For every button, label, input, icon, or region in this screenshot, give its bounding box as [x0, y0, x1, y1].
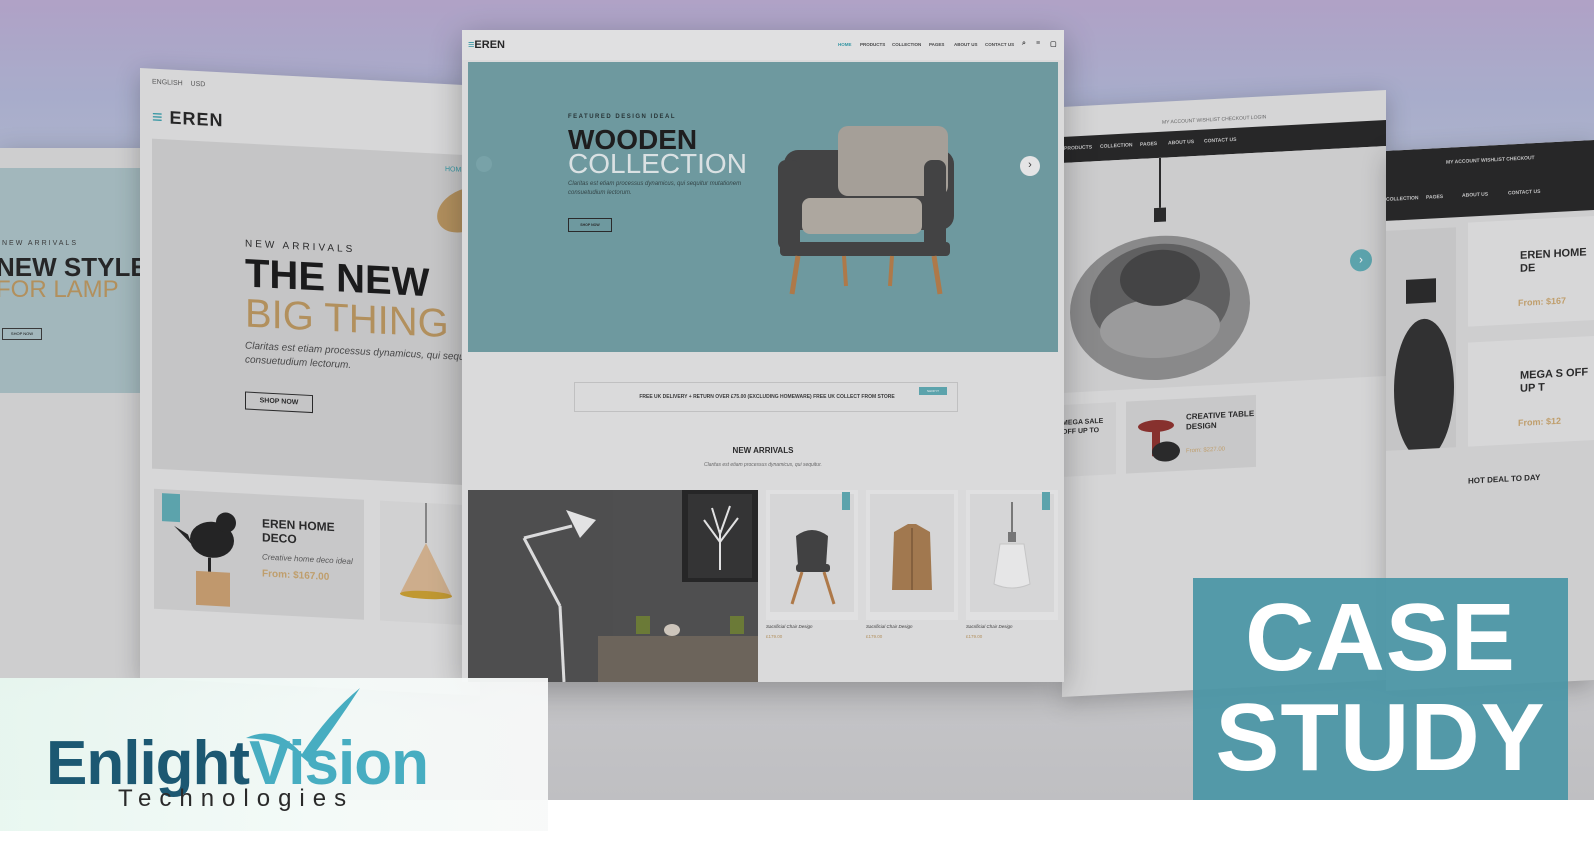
card-title: EREN HOME DE — [1520, 246, 1587, 275]
card-price: From: $227.00 — [1186, 446, 1226, 455]
delivery-banner: FREE UK DELIVERY + RETURN OVER £75.00 (E… — [574, 382, 958, 412]
card-title: MEGA S OFF UP T — [1520, 366, 1589, 395]
hero-subtitle: FOR LAMP — [0, 276, 119, 303]
product-banner — [1386, 227, 1456, 459]
product-price: £179.00 — [766, 634, 783, 639]
vase-image — [1394, 278, 1454, 459]
hero-kicker: NEW ARRIVALS — [2, 240, 78, 247]
section-title: NEW ARRIVALS — [732, 446, 794, 455]
site-logo: ≡ EREN — [152, 106, 224, 131]
armchair-image — [778, 126, 954, 295]
sale-ribbon — [1042, 492, 1050, 510]
menu-icon: ≡ — [1036, 40, 1041, 47]
card-title: MEGA SALE OFF UP TO — [1062, 417, 1104, 436]
nav-pages: PAGES — [1140, 140, 1158, 148]
nav-home: HOME — [838, 42, 852, 47]
product-image — [970, 494, 1054, 612]
product-price: £179.00 — [966, 634, 983, 639]
pendant-lamp-image — [1070, 157, 1250, 380]
search-icon: ⌕ — [1022, 40, 1026, 47]
nav-products: PRODUCTS — [860, 42, 886, 47]
nav-about: ABOUT US — [1168, 139, 1195, 147]
promo-card: EREN HOME DECO Creative home deco ideal … — [154, 488, 364, 620]
nav-collection: COLLECTION — [1386, 195, 1419, 203]
brand-tagline: Technologies — [118, 785, 355, 812]
next-slide-arrow: › — [1020, 156, 1040, 176]
promo-card: EREN HOME DE From: $167 — [1468, 216, 1594, 327]
currency-select: USD — [190, 80, 206, 89]
nav-contact: CONTACT US — [985, 42, 1015, 47]
card-title: EREN HOME DECO — [262, 516, 335, 547]
site-logo: ≡EREN — [468, 39, 505, 51]
case-study-badge: CASE STUDY — [1193, 578, 1568, 800]
nav-contact: CONTACT US — [1204, 136, 1237, 145]
mockup-far-left: NEW ARRIVALS NEW STYLE FOR LAMP SHOP NOW — [0, 148, 150, 678]
card-title: CREATIVE TABLE DESIGN — [1186, 408, 1255, 432]
case-study-line-1: CASE — [1245, 584, 1516, 691]
topbar: ENGLISH USD — [152, 79, 205, 89]
product-card: Sacrificial Chair Design £179.00 — [866, 490, 958, 639]
shop-now-button: SHOP NOW — [2, 328, 42, 340]
table-image — [1138, 419, 1180, 462]
sale-ribbon — [842, 492, 850, 510]
sale-card: MEGA SALE OFF UP TO — [1062, 402, 1116, 477]
utility-links: MY ACCOUNT WISHLIST CHECKOUT LOGIN — [1162, 114, 1267, 126]
nav-pages: PAGES — [929, 42, 945, 47]
hero-kicker: FEATURED DESIGN IDEAL — [568, 114, 677, 120]
case-study-heading: CASE STUDY — [1193, 588, 1568, 788]
product-image — [770, 494, 854, 612]
nav-contact: CONTACT US — [1508, 188, 1541, 197]
nav-collection: COLLECTION — [892, 42, 922, 47]
product-card: Sacrificial Chair Design £179.00 — [966, 490, 1058, 639]
product-name: Sacrificial Chair Design — [966, 624, 1013, 629]
utility-links: MY ACCOUNT WISHLIST CHECKOUT — [1446, 155, 1535, 166]
mockup-center: ≡EREN HOME PRODUCTS COLLECTION PAGES ABO… — [462, 30, 1064, 682]
hero-banner — [468, 62, 1058, 352]
nav-pages: PAGES — [1426, 193, 1444, 201]
nav-about: ABOUT US — [954, 42, 978, 47]
product-price: £179.00 — [866, 634, 883, 639]
product-image — [870, 494, 954, 612]
table-card: CREATIVE TABLE DESIGN From: $227.00 — [1126, 394, 1256, 474]
nav-collection: COLLECTION — [1100, 142, 1133, 150]
product-card: Sacrificial Chair Design £179.00 — [766, 490, 858, 639]
brand-logo-panel: EnlightVision Technologies — [0, 678, 548, 831]
language-select: ENGLISH — [152, 78, 183, 88]
case-study-line-2: STUDY — [1215, 684, 1546, 791]
nav-products: PRODUCTS — [1064, 144, 1093, 152]
card-subtitle: Creative home deco ideal — [262, 552, 353, 567]
card-price: From: $167 — [1518, 295, 1567, 308]
card-price: From: $12 — [1518, 415, 1562, 428]
hero-banner — [1062, 146, 1386, 393]
main-nav: MY ACCOUNT WISHLIST CHECKOUT COLLECTION … — [1386, 140, 1594, 221]
product-name: Sacrificial Chair Design — [866, 624, 913, 629]
cart-icon: ▢ — [1050, 41, 1057, 48]
hero-subtitle: COLLECTION — [568, 148, 747, 179]
promo-card: MEGA S OFF UP T From: $12 — [1468, 336, 1594, 447]
section-subtitle: Claritas est etiam processus dynamicus, … — [704, 462, 822, 468]
room-image — [468, 490, 758, 682]
shop-now-button: SHOP NOW — [245, 391, 313, 414]
prev-slide-arrow — [476, 156, 492, 172]
bird-figurine-image — [174, 512, 236, 607]
card-price: From: $167.00 — [262, 568, 330, 583]
hero-copy: Claritas est etiam processus dynamicus, … — [568, 181, 742, 196]
shop-now-button: SHOP NOW — [568, 218, 612, 232]
mockup-left: ENGLISH USD ≡ EREN HOME NEW ARRIVALS THE… — [140, 68, 480, 696]
delivery-text: FREE UK DELIVERY + RETURN OVER £75.00 (E… — [639, 394, 895, 400]
product-name: Sacrificial Chair Design — [766, 624, 813, 629]
nav-about: ABOUT US — [1462, 191, 1489, 199]
shop-it-tag: SHOP IT — [919, 387, 947, 395]
hot-deal-heading: HOT DEAL TO DAY — [1468, 472, 1541, 486]
